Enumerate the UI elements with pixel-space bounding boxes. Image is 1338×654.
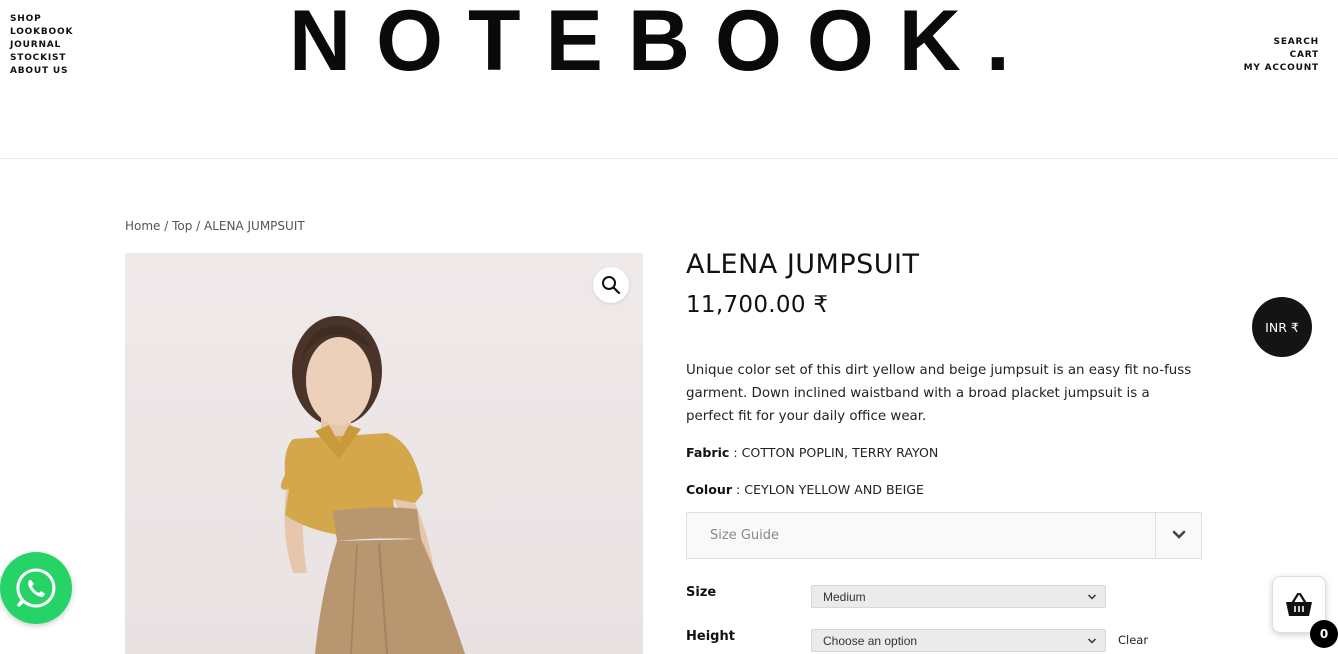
- product-image[interactable]: [125, 253, 643, 654]
- height-select[interactable]: Choose an option: [811, 629, 1106, 652]
- breadcrumb-separator: /: [160, 219, 173, 233]
- colour-value: : CEYLON YELLOW AND BEIGE: [732, 482, 925, 497]
- chevron-down-icon: [1087, 638, 1097, 644]
- fabric-label: Fabric: [686, 445, 730, 460]
- product-price: 11,700.00 ₹: [686, 292, 829, 318]
- height-select-value: Choose an option: [823, 634, 918, 648]
- whatsapp-icon: [16, 568, 56, 608]
- site-logo[interactable]: NOTEBOOK.: [289, 0, 1049, 86]
- nav-lookbook[interactable]: LOOKBOOK: [10, 26, 73, 39]
- colour-label: Colour: [686, 482, 733, 497]
- utility-nav: SEARCH CART MY ACCOUNT: [1244, 36, 1319, 75]
- product-description: Unique color set of this dirt yellow and…: [686, 363, 1192, 424]
- cart-count-badge: 0: [1310, 620, 1338, 648]
- nav-stockist[interactable]: STOCKIST: [10, 52, 73, 65]
- zoom-button[interactable]: [593, 267, 629, 303]
- nav-journal[interactable]: JOURNAL: [10, 39, 73, 52]
- nav-shop[interactable]: SHOP: [10, 13, 73, 26]
- breadcrumb-separator: /: [192, 219, 205, 233]
- nav-search[interactable]: SEARCH: [1244, 36, 1319, 49]
- nav-my-account[interactable]: MY ACCOUNT: [1244, 62, 1319, 75]
- clear-selection-link[interactable]: Clear: [1118, 633, 1148, 647]
- breadcrumb-home[interactable]: Home: [125, 219, 160, 233]
- site-header: SHOP LOOKBOOK JOURNAL STOCKIST ABOUT US …: [0, 0, 1338, 159]
- magnifier-icon: [602, 276, 621, 295]
- breadcrumb: Home / Top / ALENA JUMPSUIT: [125, 219, 305, 233]
- size-label: Size: [686, 585, 717, 600]
- breadcrumb-category[interactable]: Top: [172, 219, 192, 233]
- size-guide-label: Size Guide: [710, 528, 779, 543]
- size-guide-accordion[interactable]: Size Guide: [686, 512, 1202, 559]
- primary-nav: SHOP LOOKBOOK JOURNAL STOCKIST ABOUT US: [10, 13, 73, 78]
- currency-switcher[interactable]: INR ₹: [1252, 297, 1312, 357]
- chevron-down-icon: [1172, 530, 1186, 539]
- basket-icon: [1286, 592, 1312, 616]
- size-select-value: Medium: [823, 590, 866, 604]
- height-label: Height: [686, 629, 735, 644]
- product-title: ALENA JUMPSUIT: [686, 249, 920, 280]
- product-photo: [280, 316, 465, 654]
- colour-spec: Colour : CEYLON YELLOW AND BEIGE: [686, 482, 924, 497]
- nav-about-us[interactable]: ABOUT US: [10, 65, 73, 78]
- divider: [1155, 513, 1156, 558]
- chevron-down-icon: [1087, 594, 1097, 600]
- fabric-value: : COTTON POPLIN, TERRY RAYON: [729, 445, 939, 460]
- size-select[interactable]: Medium: [811, 585, 1106, 608]
- fabric-spec: Fabric : COTTON POPLIN, TERRY RAYON: [686, 445, 938, 460]
- whatsapp-button[interactable]: [0, 552, 72, 624]
- nav-cart[interactable]: CART: [1244, 49, 1319, 62]
- breadcrumb-current: ALENA JUMPSUIT: [204, 219, 305, 233]
